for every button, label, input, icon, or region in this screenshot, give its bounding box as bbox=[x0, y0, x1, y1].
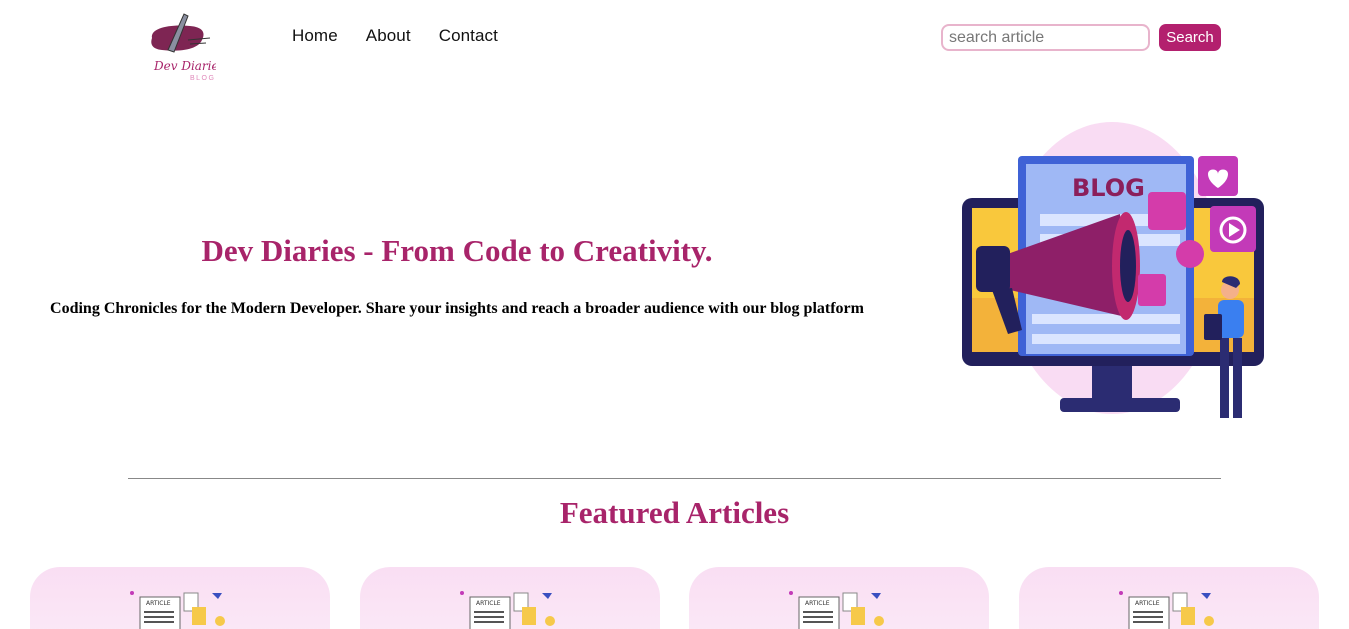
logo-text-1: Dev Diaries bbox=[153, 59, 216, 73]
search-button[interactable]: Search bbox=[1159, 24, 1221, 51]
article-card-label: ARTICLE bbox=[146, 600, 171, 607]
article-illustration: ARTICLE bbox=[789, 591, 884, 629]
article-card[interactable]: ARTICLE bbox=[30, 567, 330, 629]
nav-home-link[interactable]: Home bbox=[292, 26, 338, 46]
search-input[interactable] bbox=[941, 24, 1150, 51]
article-illustration: ARTICLE bbox=[1119, 591, 1214, 629]
featured-articles-title: Featured Articles bbox=[559, 495, 790, 530]
article-card[interactable]: ARTICLE bbox=[1019, 567, 1319, 629]
nav-about-link[interactable]: About bbox=[366, 26, 411, 46]
hero-illustration: BLOG bbox=[952, 118, 1272, 430]
nav-contact-link[interactable]: Contact bbox=[439, 26, 498, 46]
article-illustration: ARTICLE bbox=[130, 591, 225, 629]
article-card-label: ARTICLE bbox=[476, 600, 501, 607]
illustration-blog-label: BLOG bbox=[1072, 174, 1145, 202]
hero-title: Dev Diaries - From Code to Creativity. bbox=[201, 233, 713, 268]
article-illustration: ARTICLE bbox=[460, 591, 555, 629]
hero-subtitle: Coding Chronicles for the Modern Develop… bbox=[50, 300, 864, 317]
section-divider bbox=[128, 478, 1221, 479]
article-card-label: ARTICLE bbox=[805, 600, 830, 607]
logo-subtext: BLOG bbox=[190, 75, 215, 82]
main-nav: Home About Contact bbox=[292, 26, 498, 46]
article-card-label: ARTICLE bbox=[1135, 600, 1160, 607]
article-card[interactable]: ARTICLE bbox=[689, 567, 989, 629]
article-card[interactable]: ARTICLE bbox=[360, 567, 660, 629]
site-logo[interactable]: Dev Diaries BLOG bbox=[140, 10, 225, 94]
